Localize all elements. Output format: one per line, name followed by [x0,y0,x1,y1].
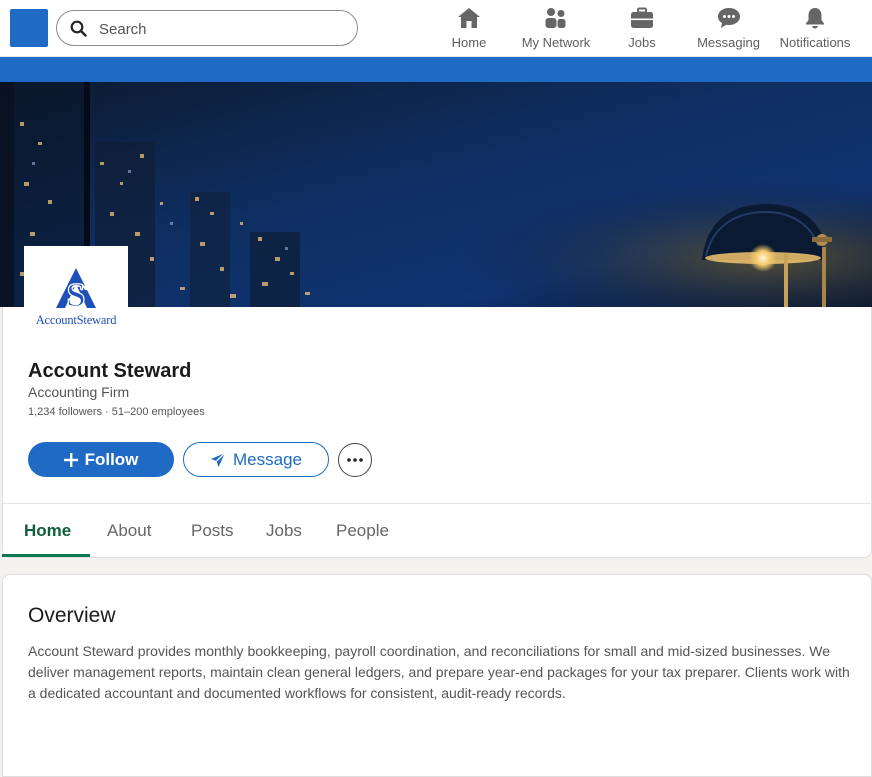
app-logo[interactable] [10,9,48,47]
home-icon [458,8,480,28]
company-name: Account Steward [28,360,192,382]
tabs-divider [2,503,872,504]
overview-title: Overview [28,604,116,627]
tab-home[interactable]: Home [24,521,71,541]
company-industry: Accounting Firm [28,384,130,400]
ellipsis-icon [347,458,363,462]
bell-icon [806,8,824,29]
tab-people[interactable]: People [336,521,389,541]
account-steward-logo-icon: S [56,268,96,315]
nav-label-notifications: Notifications [779,35,851,50]
nav-notifications[interactable]: Notifications [778,6,852,52]
nav-label-messaging: Messaging [697,35,760,50]
company-meta: 1,234 followers · 51–200 employees [28,406,205,418]
more-options-button[interactable] [338,443,372,477]
message-button[interactable]: Message [183,442,329,477]
plus-icon [63,452,78,467]
briefcase-icon [631,7,653,28]
active-tab-indicator [2,554,90,557]
messaging-icon [717,8,740,28]
follow-button-label: Follow [84,449,139,469]
send-icon [210,452,226,468]
search-input[interactable] [99,18,349,40]
tab-jobs[interactable]: Jobs [266,521,302,541]
company-logo[interactable]: S AccountSteward [24,246,128,332]
nav-label-jobs: Jobs [628,35,656,50]
tab-about[interactable]: About [107,521,151,541]
cover-image [0,82,872,307]
tab-posts[interactable]: Posts [191,521,234,541]
svg-text:S: S [67,277,86,314]
top-nav: Home My Network Jobs Messaging [0,0,872,57]
message-button-label: Message [233,449,302,469]
nav-messaging[interactable]: Messaging [697,6,760,52]
search-box[interactable] [56,10,358,46]
company-logo-text: AccountSteward [35,313,117,327]
brand-band [0,57,872,82]
nav-home[interactable]: Home [450,6,488,52]
network-icon [545,8,566,28]
nav-jobs[interactable]: Jobs [625,6,659,52]
overview-text: Account Steward provides monthly bookkee… [28,643,850,701]
nav-label-home: Home [451,35,487,50]
search-icon [70,20,87,37]
nav-label-my-network: My Network [521,35,591,50]
follow-button[interactable]: Follow [28,442,174,477]
nav-my-network[interactable]: My Network [518,6,594,52]
